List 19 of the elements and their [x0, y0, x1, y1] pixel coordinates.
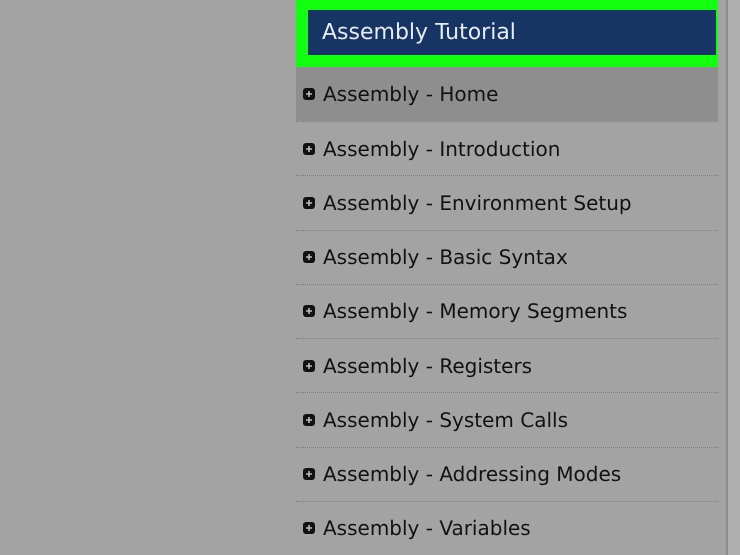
sidebar-item[interactable]: Assembly - Basic Syntax [296, 230, 718, 284]
sidebar-item[interactable]: Assembly - Memory Segments [296, 284, 718, 338]
sidebar-item[interactable]: Assembly - Variables [296, 502, 718, 555]
sidebar-title: Assembly Tutorial [308, 10, 716, 55]
plus-icon [303, 142, 315, 155]
sidebar-item[interactable]: Assembly - Registers [296, 339, 718, 392]
plus-icon [303, 522, 315, 534]
sidebar-item[interactable]: Assembly - Home [296, 66, 718, 122]
plus-icon [303, 360, 315, 372]
plus-icon [303, 305, 315, 318]
plus-icon [303, 468, 315, 480]
plus-icon [303, 414, 315, 426]
sidebar-item[interactable]: Assembly - Environment Setup [296, 176, 718, 230]
plus-icon [303, 251, 315, 264]
sidebar-item[interactable]: Assembly - Addressing Modes [296, 448, 718, 501]
plus-icon [303, 196, 315, 209]
sidebar-item[interactable]: Assembly - System Calls [296, 393, 718, 447]
sidebar-item[interactable]: Assembly - Introduction [296, 122, 718, 176]
plus-icon [303, 88, 315, 100]
